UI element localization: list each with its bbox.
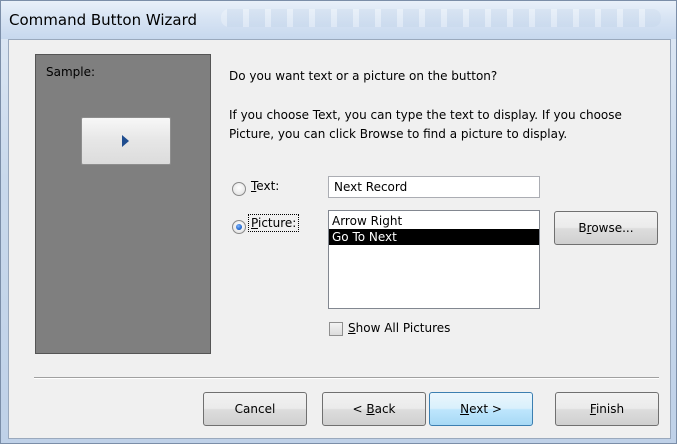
next-button[interactable]: Next > bbox=[429, 392, 533, 426]
window-title: Command Button Wizard bbox=[9, 11, 198, 29]
sample-panel: Sample: bbox=[35, 54, 211, 354]
text-radio[interactable] bbox=[232, 182, 246, 196]
footer-divider bbox=[34, 377, 659, 379]
title-bar-glass bbox=[221, 9, 661, 27]
arrow-right-icon bbox=[122, 135, 129, 147]
wizard-window: Command Button Wizard Sample: Do you wan… bbox=[0, 0, 677, 444]
picture-radio[interactable] bbox=[232, 220, 246, 234]
list-item-selected[interactable]: Go To Next bbox=[329, 229, 539, 245]
show-all-pictures-checkbox[interactable] bbox=[329, 322, 343, 336]
title-bar[interactable]: Command Button Wizard bbox=[1, 1, 676, 39]
picture-option-label[interactable]: Picture: bbox=[247, 214, 300, 232]
text-option-label[interactable]: Text: bbox=[251, 179, 279, 193]
dialog-body: Sample: Do you want text or a picture on… bbox=[8, 39, 671, 439]
instruction-line-1: If you choose Text, you can type the tex… bbox=[229, 108, 622, 122]
text-input[interactable]: Next Record bbox=[328, 176, 540, 198]
browse-button[interactable]: Browse... bbox=[554, 211, 658, 245]
picture-listbox[interactable]: Arrow Right Go To Next bbox=[328, 210, 540, 309]
show-all-pictures-label[interactable]: Show All Pictures bbox=[348, 321, 450, 335]
back-button[interactable]: < Back bbox=[322, 392, 426, 426]
question-text: Do you want text or a picture on the but… bbox=[229, 69, 498, 83]
list-item[interactable]: Arrow Right bbox=[329, 213, 539, 229]
sample-label: Sample: bbox=[46, 65, 96, 79]
finish-button[interactable]: Finish bbox=[555, 392, 659, 426]
cancel-button[interactable]: Cancel bbox=[203, 392, 307, 426]
instruction-line-2: Picture, you can click Browse to find a … bbox=[229, 127, 568, 141]
sample-button-preview bbox=[81, 117, 171, 165]
